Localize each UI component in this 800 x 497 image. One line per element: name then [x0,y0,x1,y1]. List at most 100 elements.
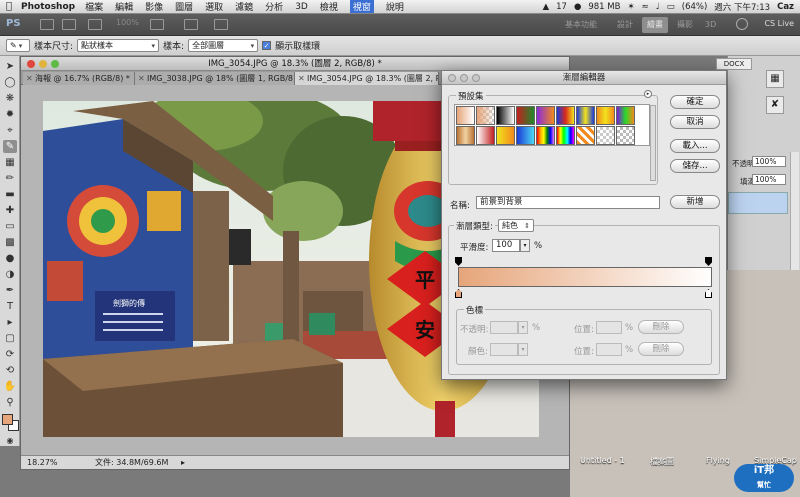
move-tool-icon[interactable]: ➤ [3,60,17,73]
preset-spectrum[interactable] [536,126,555,145]
sample-layers-select[interactable]: 全部圖層 ▾ [188,39,259,52]
quick-select-tool-icon[interactable]: ✹ [3,108,17,121]
bluetooth-icon[interactable]: ✶ [627,2,634,12]
stop-color-location-input[interactable] [596,343,622,356]
tab-img-3054[interactable]: ✕ IMG_3054.JPG @ 18.3% (圖層 2, RGB/8) * [295,72,439,85]
history-brush-tool-icon[interactable]: ✚ [3,204,17,217]
smoothness-input[interactable]: 100 [492,239,520,252]
layer-fill-field[interactable]: 100% [752,174,786,185]
minibridge-icon[interactable] [62,19,76,30]
gradient-tool-icon[interactable]: ▩ [3,236,17,249]
path-select-tool-icon[interactable]: ▸ [3,316,17,329]
user-name[interactable]: Caz [777,2,794,12]
preset-orange-yellow[interactable] [596,106,615,125]
menu-help[interactable]: 說明 [386,0,404,13]
preset-copper[interactable] [456,126,475,145]
panel-arrange-icon[interactable]: ▦ [766,70,784,88]
clock[interactable]: 週六 下午7:13 [714,1,770,13]
shape-tool-icon[interactable]: ▢ [3,332,17,345]
preset-chrome[interactable] [476,126,495,145]
menu-app-name[interactable]: Photoshop [21,2,75,12]
blur-tool-icon[interactable]: ● [3,252,17,265]
pen-tool-icon[interactable]: ✒ [3,284,17,297]
3d-rotate-tool-icon[interactable]: ⟳ [3,348,17,361]
minimize-window-icon[interactable] [39,60,47,68]
desktop-icon-untitled[interactable]: Untitled - 1 [580,456,625,465]
preset-blue-red-yellow[interactable] [556,106,575,125]
delete-color-stop-button[interactable]: 刪除 [638,342,684,356]
preset-transparent-rainbow[interactable] [556,126,575,145]
preset-violet-orange[interactable] [536,106,555,125]
close-window-icon[interactable] [27,60,35,68]
close-tab-icon[interactable]: ✕ [298,72,305,85]
new-gradient-button[interactable]: 新增 [670,195,720,209]
workspace-3d[interactable]: 3D [700,17,721,33]
dialog-minimize-icon[interactable] [460,74,468,82]
cs-live-button[interactable]: CS Live [764,19,794,28]
workspace-essentials[interactable]: 基本功能 [560,17,602,33]
tool-preset-picker[interactable]: ✎ ▾ [6,39,30,52]
apple-icon[interactable]:  [6,1,12,12]
document-titlebar[interactable]: IMG_3054.JPG @ 18.3% (圖層 2, RGB/8) * [21,57,569,71]
preset-blue-yellow-blue[interactable] [576,106,595,125]
menu-edit[interactable]: 編輯 [115,0,133,13]
desktop-icon-file[interactable]: 檔案圖 [650,456,674,467]
menu-3d[interactable]: 3D [295,2,308,12]
zoom-level[interactable]: 100% [116,18,139,27]
status-menu-arrow-icon[interactable]: ▸ [181,456,185,469]
preset-transparent-stripes[interactable] [576,126,595,145]
preset-blue[interactable] [516,126,535,145]
sample-size-select[interactable]: 點狀樣本 ▾ [77,39,160,52]
brush-tool-icon[interactable]: ✏ [3,172,17,185]
save-button[interactable]: 儲存... [670,159,720,173]
preset-transparent-2[interactable] [616,126,635,145]
memory-icon[interactable]: ● [574,2,581,12]
crop-tool-icon[interactable]: ⌖ [3,124,17,137]
arrange-docs-icon[interactable] [184,19,198,30]
workspace-photography[interactable]: 攝影 [672,17,698,33]
zoom-window-icon[interactable] [51,60,59,68]
foreground-color-swatch[interactable] [2,414,13,425]
lasso-tool-icon[interactable]: ❋ [3,92,17,105]
close-tab-icon[interactable]: ✕ [138,72,145,85]
zoom-tool-icon[interactable]: ⚲ [3,396,17,409]
dialog-zoom-icon[interactable] [472,74,480,82]
preset-black-white[interactable] [496,106,515,125]
stop-opacity-location-input[interactable] [596,321,622,334]
cancel-button[interactable]: 取消 [670,115,720,129]
workspace-design[interactable]: 設計 [612,17,638,33]
tab-img-3038[interactable]: ✕ IMG_3038.JPG @ 18% (圖層 1, RGB/8) * [135,72,295,85]
menu-layer[interactable]: 圖層 [175,0,193,13]
dialog-titlebar[interactable]: 漸層編輯器 [442,71,726,85]
presets-menu-arrow-icon[interactable]: ▸ [644,90,652,98]
battery-icon[interactable]: ▭ [667,2,675,12]
stamp-tool-icon[interactable]: ▬ [3,188,17,201]
menu-view[interactable]: 檢視 [320,0,338,13]
preset-transparent[interactable] [596,126,615,145]
presets-scrollbar[interactable] [650,105,656,181]
quick-mask-icon[interactable]: ◉ [3,434,17,447]
view-extras-icon[interactable] [88,19,102,30]
dialog-close-icon[interactable] [448,74,456,82]
layer-opacity-field[interactable]: 100% [752,156,786,167]
smoothness-dropdown-icon[interactable]: ▾ [520,239,530,252]
menu-analysis[interactable]: 分析 [265,0,283,13]
workspace-painting[interactable]: 繪畫 [642,17,668,33]
dodge-tool-icon[interactable]: ◑ [3,268,17,281]
menu-file[interactable]: 檔案 [85,0,103,13]
menu-filter[interactable]: 濾鏡 [235,0,253,13]
hand-tool-icon[interactable]: ✋ [3,380,17,393]
wifi-icon[interactable]: ≈ [642,2,649,12]
zoom-percent-field[interactable]: 18.27% [27,456,58,469]
preset-violet-green-orange[interactable] [616,106,635,125]
menu-image[interactable]: 影像 [145,0,163,13]
type-tool-icon[interactable]: T [3,300,17,313]
bridge-icon[interactable] [40,19,54,30]
preset-yellow-orange[interactable] [496,126,515,145]
gradient-type-select[interactable]: 純色 ⇕ [498,219,534,232]
menu-select[interactable]: 選取 [205,0,223,13]
preset-red-green[interactable] [516,106,535,125]
stop-color-swatch[interactable] [490,343,518,356]
healing-tool-icon[interactable]: ▦ [3,156,17,169]
hand-tool-icon[interactable] [150,19,164,30]
